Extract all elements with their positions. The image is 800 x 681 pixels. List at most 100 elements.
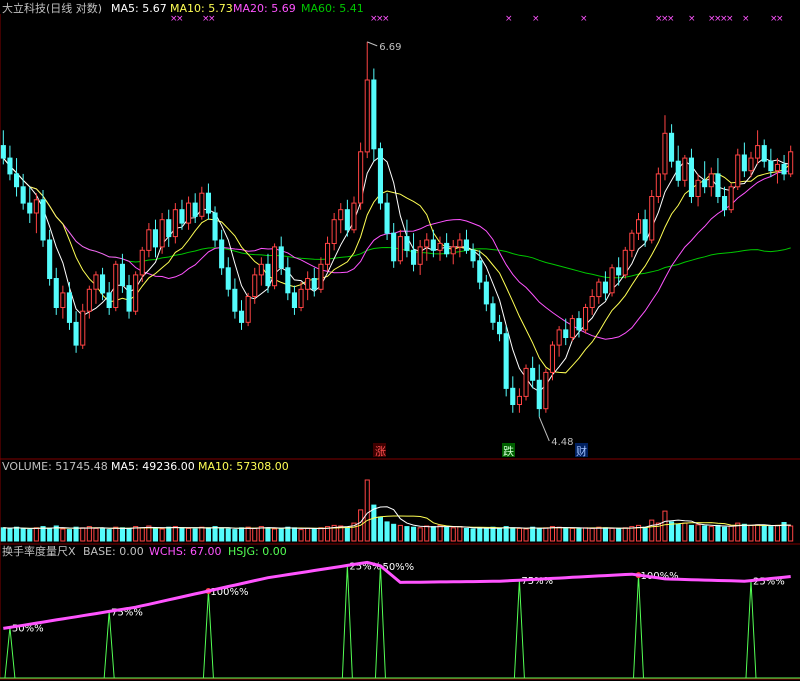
volume-bar-up — [450, 527, 456, 542]
candle-down — [497, 321, 503, 335]
candle-down — [311, 278, 317, 290]
volume-bar-down — [503, 526, 509, 542]
volume-bar-up — [93, 527, 99, 542]
volume-bar-up — [258, 526, 264, 542]
candle-down — [490, 303, 496, 323]
marker-die[interactable]: 跌 — [503, 444, 514, 458]
candle-down — [503, 333, 509, 389]
candle-up — [113, 263, 119, 308]
volume-bar-up — [708, 526, 714, 542]
candle-down — [444, 242, 450, 255]
volume-bar-up — [60, 528, 66, 542]
candle-up — [516, 395, 523, 405]
candle-down — [675, 160, 681, 181]
candle-up — [437, 242, 443, 251]
candle-up — [272, 246, 278, 287]
volume-bar-down — [66, 529, 73, 542]
candle-up — [199, 192, 205, 217]
candle-down — [205, 192, 211, 214]
volume-bar-down — [497, 528, 503, 542]
indicator-wchs: WCHS: 67.00 — [149, 545, 222, 558]
candle-down — [483, 281, 489, 305]
candle-up — [331, 219, 337, 244]
low-price-label: 4.48 — [551, 437, 573, 448]
candle-up — [543, 371, 549, 410]
volume-bar-down — [384, 521, 390, 542]
candle-down — [377, 148, 383, 204]
volume-bar-up — [695, 524, 701, 542]
candlesticks[interactable] — [0, 41, 794, 417]
high-annotation: 6.69 — [367, 41, 401, 53]
candle-up — [583, 307, 589, 331]
candle-down — [477, 260, 483, 283]
volume-bar-down — [411, 526, 417, 542]
candle-down — [265, 263, 271, 287]
signal-mark: × — [208, 14, 216, 24]
volume-bar-down — [404, 526, 410, 542]
signal-mark: × — [742, 14, 750, 24]
volume-bar-down — [490, 526, 496, 542]
volume-bar-up — [543, 527, 549, 542]
candle-down — [40, 199, 46, 241]
volume-bar-up — [556, 526, 562, 542]
volume-bar-down — [100, 528, 106, 542]
volume-bar-down — [192, 528, 198, 542]
volume-bars — [0, 479, 794, 542]
turnover-spike — [202, 590, 214, 679]
volume-bar-up — [437, 524, 443, 542]
volume-bar-up — [86, 526, 92, 542]
marker-zhang[interactable]: 涨 — [375, 445, 386, 458]
candle-up — [325, 242, 331, 265]
candle-up — [695, 179, 701, 198]
volume-bar-up — [159, 528, 165, 542]
candle-down — [126, 285, 132, 312]
candle-up — [662, 132, 668, 175]
volume-bar-up — [549, 526, 556, 542]
volume-bar-down — [576, 528, 582, 542]
volume-bar-up — [417, 527, 423, 542]
volume-bar-up — [774, 524, 781, 542]
volume-bar-down — [0, 527, 6, 542]
candle-down — [715, 173, 721, 197]
volume-bar-down — [675, 523, 681, 542]
candle-up — [397, 236, 403, 262]
signal-mark: × — [726, 14, 734, 24]
volume-bar-down — [239, 527, 245, 542]
volume-bar-up — [569, 527, 575, 542]
marker-cai[interactable]: 财 — [576, 444, 587, 458]
volume-bar-down — [126, 527, 132, 542]
volume-bar-up — [80, 527, 86, 542]
candle-up — [298, 288, 304, 308]
volume-bar-down — [470, 528, 476, 542]
chart-title: 大立科技(日线 对数) — [2, 1, 102, 15]
volume-bar-down — [152, 527, 158, 542]
volume-bar-up — [662, 510, 668, 542]
turnover-spike — [103, 611, 115, 679]
volume-bar-up — [186, 527, 192, 542]
signal-marks: ×× ×× ××× × × × ××× × ×××× × ×× — [170, 14, 784, 24]
volume-bar-down — [563, 527, 569, 542]
volume-bar-down — [530, 526, 536, 542]
candle-down — [404, 236, 410, 251]
candle-up — [305, 278, 311, 290]
signal-mark: × — [505, 14, 513, 24]
volume-ma10-value: MA10: 57308.00 — [198, 460, 289, 473]
candle-down — [722, 196, 728, 211]
candle-down — [100, 274, 106, 294]
volume-bar-down — [377, 516, 383, 542]
candle-up — [655, 173, 661, 197]
candle-up — [523, 367, 529, 397]
candle-up — [159, 219, 165, 248]
candle-up — [172, 209, 178, 238]
candle-up — [80, 310, 86, 346]
candle-down — [411, 249, 417, 265]
candle-down — [563, 329, 569, 338]
turnover-indicator: 50%%75%%100%%25%% 50%%75%% 100%% 25%% — [0, 560, 800, 679]
volume-bar-up — [318, 527, 324, 542]
candle-down — [344, 209, 350, 231]
volume-bar-up — [629, 526, 635, 542]
turnover-spike — [374, 565, 386, 679]
volume-bar-down — [225, 528, 231, 542]
candle-down — [166, 219, 172, 238]
turnover-spike — [341, 565, 353, 679]
